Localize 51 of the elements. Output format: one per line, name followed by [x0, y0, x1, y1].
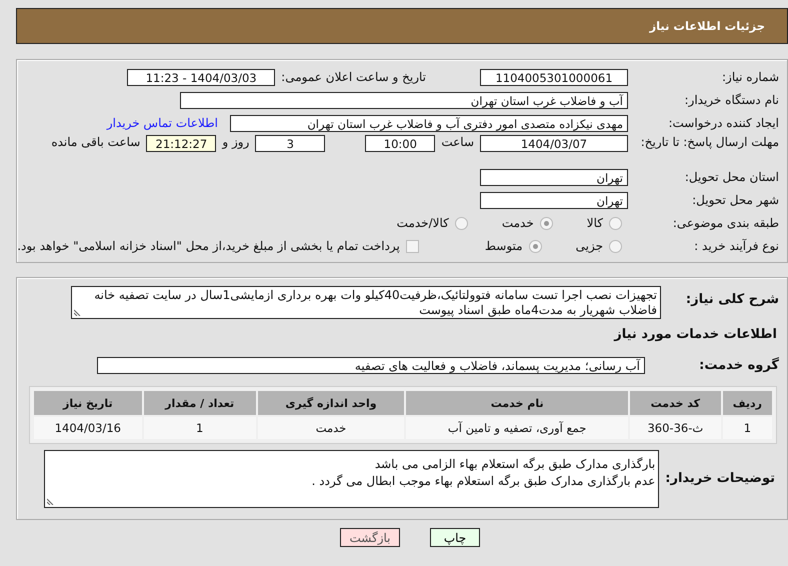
time-field[interactable]: 10:00	[365, 135, 436, 152]
column-header: ردیف	[722, 391, 772, 415]
text-field[interactable]: 1404/03/03 - 11:23	[127, 68, 276, 86]
radio-option[interactable]: جزیی	[576, 239, 622, 253]
text-field[interactable]: تهران	[480, 168, 628, 186]
radio-option[interactable]: کالا	[586, 216, 622, 230]
column-header: تاریخ نیاز	[34, 391, 142, 415]
notes-field[interactable]: بارگذاری مدارک طبق برگه استعلام بهاء الزامی می باشد عدم بارگذاری مدارک طبق برگه استعلام بهاء موجب ابطال می گردد .	[44, 450, 660, 508]
table-cell: 1404/03/16	[34, 417, 142, 439]
field-label: نوع فرآیند خرید :	[693, 239, 779, 253]
date-field[interactable]: 1404/03/07	[480, 135, 628, 152]
field-label: تاریخ و ساعت اعلان عمومی:	[281, 70, 426, 84]
days-field[interactable]: 3	[255, 135, 326, 152]
table-cell: ث-36-360	[630, 417, 721, 439]
field-label: ساعت	[441, 135, 474, 149]
checkbox-label: پرداخت تمام یا بخشی از مبلغ خرید،از محل "اسناد خزانه اسلامی" خواهد بود.	[17, 239, 400, 253]
text-field[interactable]: آب و فاضلاب غرب استان تهران	[180, 92, 628, 108]
radio-option[interactable]: متوسط	[484, 239, 542, 253]
table-cell: 1	[722, 417, 772, 439]
field-label: گروه خدمت:	[698, 358, 779, 372]
field-label: توضیحات خریدار:	[665, 470, 775, 488]
remaining-time-field: 21:12:27	[146, 135, 216, 152]
field-label: شرح کلی نیاز:	[684, 292, 779, 307]
description-field[interactable]: تجهیزات نصب اجرا تست سامانه فتوولتائیک،ظرفیت40کیلو وات بهره برداری ازمایشی1سال در سایت تصفیه خانه فاضلاب شهریار به مدت4ماه طبق اسناد پیوست	[71, 286, 661, 319]
field-label: ایجاد کننده درخواست:	[667, 116, 779, 130]
field-label: طبقه بندی موضوعی:	[672, 216, 779, 230]
back-button[interactable]: بازگشت	[340, 528, 400, 547]
radio-option[interactable]: خدمت	[502, 216, 553, 230]
radio-option[interactable]: کالا/خدمت	[396, 216, 468, 230]
field-label: ساعت باقی مانده	[51, 135, 140, 149]
text-field[interactable]: 1104005301000061	[480, 68, 628, 86]
column-header: واحد اندازه گیری	[258, 391, 404, 415]
column-header: کد خدمت	[630, 391, 721, 415]
column-header: تعداد / مقدار	[144, 391, 256, 415]
field-label: شماره نیاز:	[721, 70, 779, 84]
field-label: روز و	[222, 135, 250, 149]
text-field[interactable]: تهران	[480, 192, 628, 208]
column-header: نام خدمت	[406, 391, 628, 415]
table-cell: 1	[144, 417, 256, 439]
text-field[interactable]: مهدی نیکزاده متصدی امور دفتری آب و فاضلاب غرب استان تهران	[230, 114, 628, 132]
print-button[interactable]: چاپ	[430, 528, 480, 547]
table-cell: خدمت	[258, 417, 404, 439]
field-label: شهر محل تحویل:	[691, 193, 779, 207]
section-title: اطلاعات خدمات مورد نیاز	[612, 327, 777, 342]
table-cell: جمع آوری، تصفیه و تامین آب	[406, 417, 628, 439]
field-label: استان محل تحویل:	[684, 170, 779, 184]
field-label: نام دستگاه خریدار:	[684, 93, 779, 107]
field-label: مهلت ارسال پاسخ: تا تاریخ:	[640, 135, 779, 149]
contact-link[interactable]: اطلاعات تماس خریدار	[106, 116, 218, 130]
text-field[interactable]: آب رسانی؛ مدیریت پسماند، فاضلاب و فعالیت های تصفیه	[97, 356, 645, 374]
page-header: جزئیات اطلاعات نیاز	[16, 8, 788, 44]
